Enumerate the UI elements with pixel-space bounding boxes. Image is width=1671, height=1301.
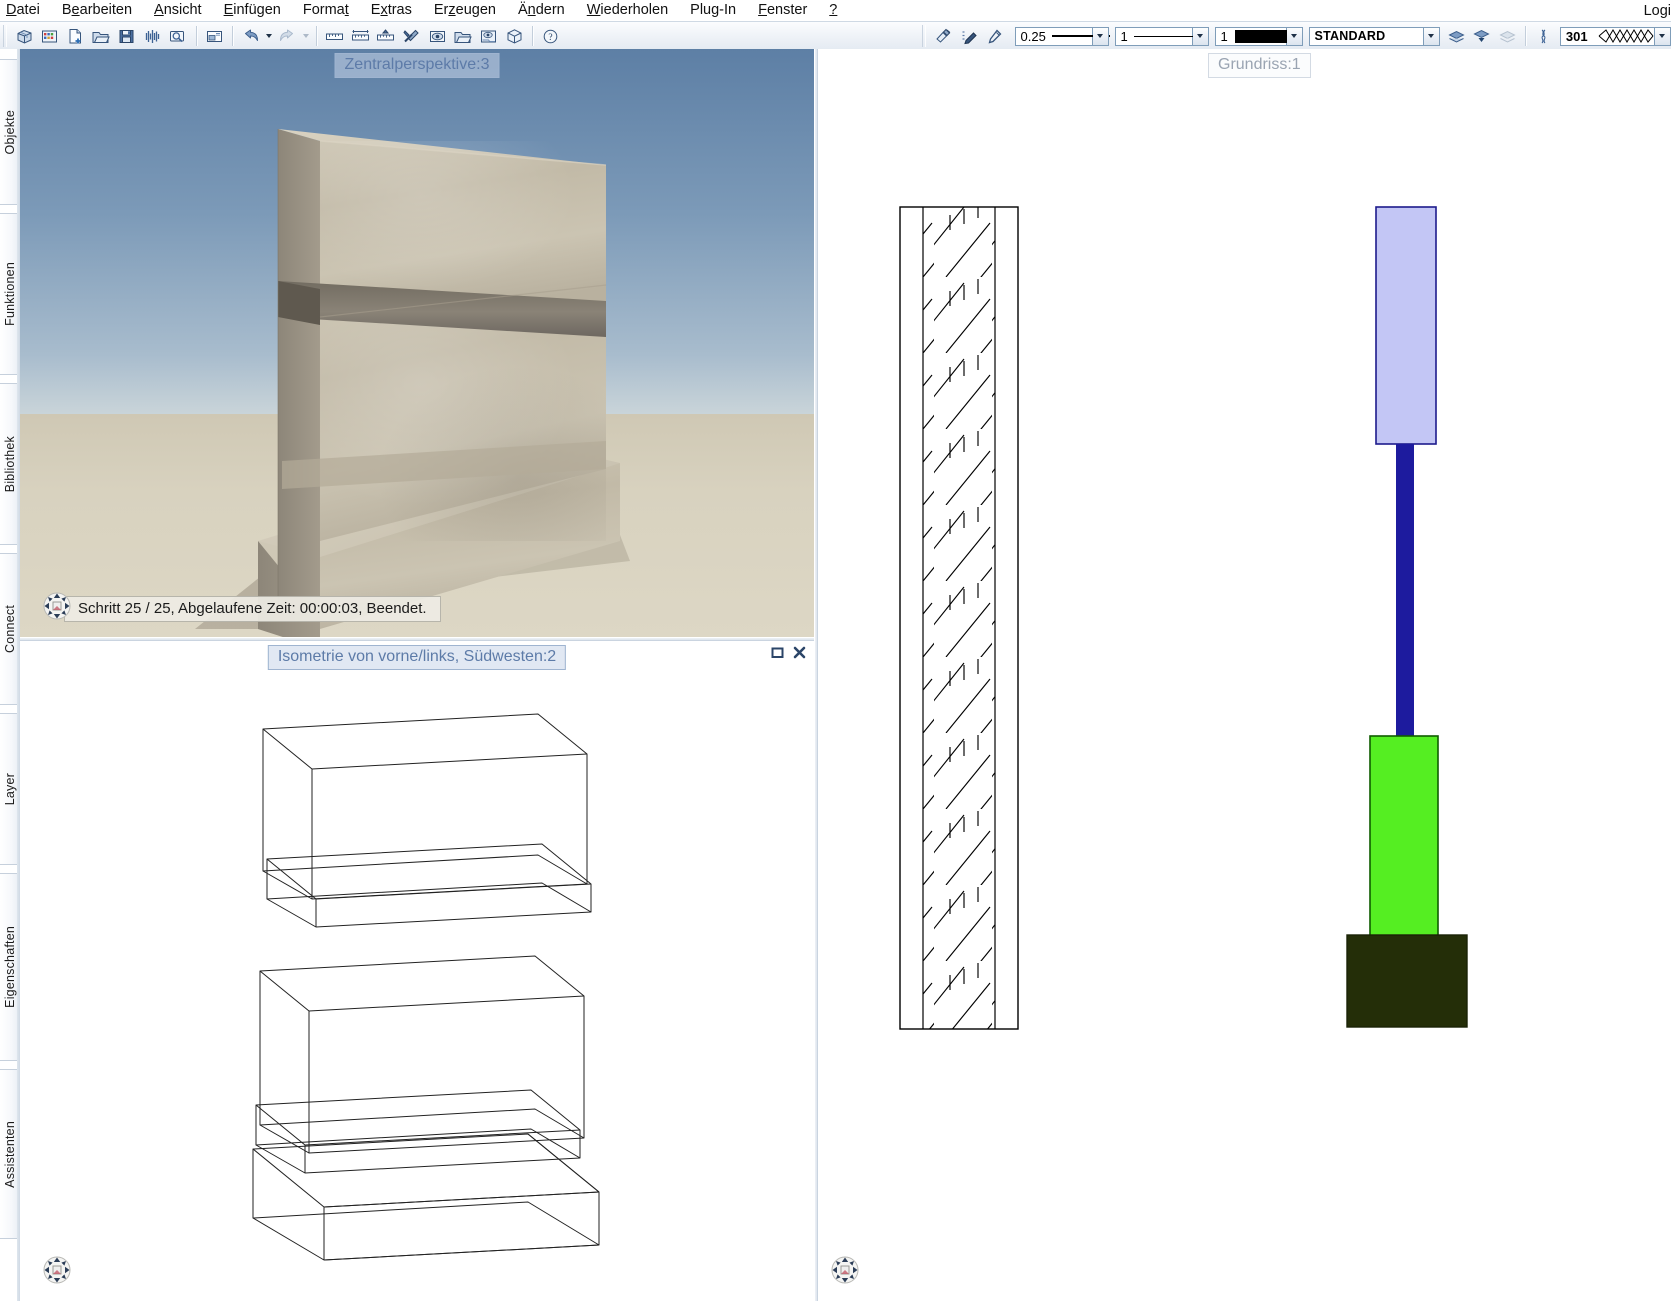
menu-bearbeiten[interactable]: Bearbeiten — [51, 0, 143, 21]
menu-einfuegen[interactable]: Einfügen — [213, 0, 292, 21]
menu-bar: DDateiatei Bearbeiten Ansicht Einfügen F… — [0, 0, 1671, 21]
layer-down-icon[interactable] — [1469, 23, 1495, 49]
preview-icon[interactable] — [165, 23, 191, 49]
toolbar-separator-3 — [316, 26, 317, 46]
menu-help[interactable]: ? — [818, 0, 848, 21]
sidebar-label-eigenschaften: Eigenschaften — [3, 926, 17, 1008]
svg-text:?: ? — [548, 33, 552, 43]
3d-box-icon[interactable] — [501, 23, 527, 49]
view-folder-icon[interactable] — [476, 23, 502, 49]
undo-dropdown-icon[interactable] — [264, 24, 275, 48]
menu-datei[interactable]: DDateiatei — [0, 0, 51, 21]
toolbar-grip[interactable] — [2, 25, 8, 47]
measure-dimension-icon[interactable] — [348, 23, 374, 49]
close-icon[interactable] — [793, 646, 806, 664]
pen-color-combo[interactable]: 1 — [1215, 27, 1303, 46]
new-project-icon[interactable] — [11, 23, 37, 49]
pen-color-value: 1 — [1221, 29, 1228, 44]
save-icon[interactable] — [114, 23, 140, 49]
pen-color-swatch — [1235, 30, 1287, 43]
pen-color-dropdown-icon[interactable] — [1287, 27, 1303, 46]
help-icon[interactable]: ? — [538, 23, 564, 49]
layer-select-icon[interactable] — [1444, 23, 1470, 49]
viewport-isometry[interactable]: Isometrie von vorne/links, Südwesten:2 — [20, 641, 814, 1301]
layer-ghost-icon[interactable] — [1495, 23, 1521, 49]
hatch-combo[interactable]: 301 — [1560, 27, 1671, 46]
maximize-icon[interactable] — [771, 646, 784, 664]
navigation-compass-icon-plan[interactable] — [830, 1255, 860, 1285]
toolbar-separator-1 — [196, 26, 197, 46]
project-organisation-icon[interactable] — [37, 23, 63, 49]
redo-dropdown-icon[interactable] — [300, 24, 311, 48]
viewport-perspective[interactable]: Schritt 25 / 25, Abgelaufene Zeit: 00:00… — [20, 49, 814, 637]
measure-length-icon[interactable] — [322, 23, 348, 49]
menu-fenster[interactable]: Fenster — [747, 0, 818, 21]
paint-format-icon[interactable] — [931, 23, 957, 49]
viewport-window-buttons — [771, 646, 806, 664]
sidebar-label-bibliothek: Bibliothek — [3, 436, 17, 492]
sidebar-label-connect: Connect — [3, 605, 17, 653]
open-file-icon[interactable] — [88, 23, 114, 49]
wireframe-wall-iso — [20, 641, 814, 1301]
menu-login-label[interactable]: Logi — [1644, 3, 1671, 19]
plan-drawing — [818, 49, 1671, 1301]
viewport-plan[interactable]: Grundriss:1 — [818, 49, 1671, 1301]
toolbar-separator-5 — [1525, 26, 1526, 46]
menu-aendern[interactable]: Ändern — [507, 0, 576, 21]
layer-structure-icon[interactable] — [139, 23, 165, 49]
viewport-title-isometry[interactable]: Isometrie von vorne/links, Südwesten:2 — [268, 645, 566, 670]
navigation-compass-icon[interactable] — [42, 591, 72, 621]
toolbar-separator-4 — [532, 26, 533, 46]
line-type-combo[interactable]: 1 — [1115, 27, 1209, 46]
eye-visibility-icon[interactable] — [424, 23, 450, 49]
line-type-value: 1 — [1121, 29, 1128, 44]
layer-value: STANDARD — [1315, 29, 1386, 43]
line-type-dropdown-icon[interactable] — [1193, 27, 1209, 46]
menu-erzeugen[interactable]: Erzeugen — [423, 0, 507, 21]
main-toolbar: ? — [0, 21, 1671, 51]
sidebar-label-assistenten: Assistenten — [3, 1121, 17, 1188]
hatch-value: 301 — [1566, 29, 1588, 44]
toolbar-separator-2 — [232, 26, 233, 46]
hatch-preview — [1597, 29, 1655, 43]
viewport-title-plan[interactable]: Grundriss:1 — [1208, 53, 1311, 78]
hatch-pattern-icon[interactable] — [1531, 23, 1557, 49]
layer-dropdown-icon[interactable] — [1424, 27, 1440, 46]
sidebar-label-objekte: Objekte — [3, 110, 17, 154]
tools-icon[interactable] — [399, 23, 425, 49]
sidebar-label-layer: Layer — [3, 773, 17, 805]
pen-thickness-combo[interactable]: 0.25 — [1015, 27, 1109, 46]
undo-icon[interactable] — [238, 23, 264, 49]
measure-area-icon[interactable] — [373, 23, 399, 49]
open-folder-icon[interactable] — [450, 23, 476, 49]
menu-extras[interactable]: Extras — [360, 0, 423, 21]
viewport-area: Schritt 25 / 25, Abgelaufene Zeit: 00:00… — [20, 49, 1671, 1301]
menu-wiederholen[interactable]: Wiederholen — [576, 0, 679, 21]
layout-icon[interactable] — [202, 23, 228, 49]
render-status-text: Schritt 25 / 25, Abgelaufene Zeit: 00:00… — [64, 596, 441, 622]
new-file-icon[interactable] — [63, 23, 89, 49]
navigation-compass-icon-iso[interactable] — [42, 1255, 72, 1285]
pen-thickness-dropdown-icon[interactable] — [1093, 27, 1109, 46]
redo-icon[interactable] — [275, 23, 301, 49]
viewport-title-perspective[interactable]: Zentralperspektive:3 — [335, 53, 500, 78]
pick-format-icon[interactable] — [982, 23, 1008, 49]
menu-format[interactable]: Format — [292, 0, 360, 21]
render-wall-3d — [20, 49, 814, 637]
edit-format-icon[interactable] — [956, 23, 982, 49]
menu-ansicht[interactable]: Ansicht — [143, 0, 213, 21]
menu-plugin[interactable]: Plug-In — [679, 0, 747, 21]
layer-combo[interactable]: STANDARD — [1309, 27, 1440, 46]
hatch-dropdown-icon[interactable] — [1655, 27, 1671, 46]
application-window: DDateiatei Bearbeiten Ansicht Einfügen F… — [0, 0, 1671, 1301]
sidebar-label-funktionen: Funktionen — [3, 262, 17, 326]
pen-thickness-value: 0.25 — [1021, 29, 1046, 44]
toolbar-grip-2[interactable] — [921, 25, 927, 47]
